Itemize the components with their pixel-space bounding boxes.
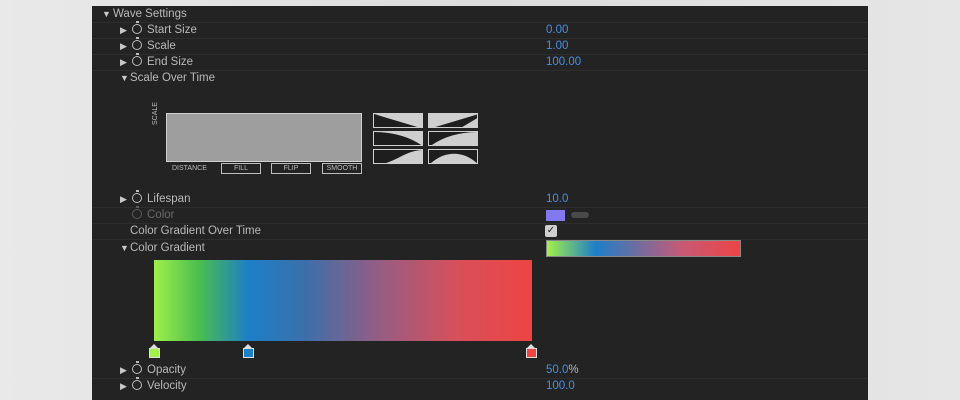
color-gradient-over-time-label: Color Gradient Over Time xyxy=(130,225,262,237)
scale-value[interactable]: 1.00 xyxy=(546,38,568,54)
stopwatch-icon xyxy=(132,206,142,219)
color-gradient-editor[interactable] xyxy=(154,260,532,341)
disclosure-closed-icon[interactable]: ▶ xyxy=(120,378,127,394)
color-row: Color xyxy=(92,206,868,224)
wave-settings-label: Wave Settings xyxy=(113,8,187,20)
stopwatch-icon[interactable] xyxy=(132,53,142,66)
end-size-label: End Size xyxy=(147,56,194,68)
disclosure-closed-icon[interactable]: ▶ xyxy=(120,22,127,38)
effect-controls-panel: ▼ Wave Settings ▶ Start Size 0.00 ▶ Scal… xyxy=(92,6,868,400)
graph-y-axis-label: SCALE xyxy=(152,102,159,125)
opacity-value[interactable]: 50.0 xyxy=(546,364,568,376)
gradient-stop-green[interactable] xyxy=(149,344,160,358)
stopwatch-icon[interactable] xyxy=(132,190,142,203)
disclosure-closed-icon[interactable]: ▶ xyxy=(120,191,127,207)
disclosure-closed-icon[interactable]: ▶ xyxy=(120,362,127,378)
stopwatch-icon[interactable] xyxy=(132,377,142,390)
start-size-row: ▶ Start Size 0.00 xyxy=(92,21,868,39)
gradient-stop-red[interactable] xyxy=(526,344,537,358)
stopwatch-icon[interactable] xyxy=(132,37,142,50)
color-gradient-over-time-row: Color Gradient Over Time xyxy=(92,223,868,240)
preset-ease-out-icon[interactable] xyxy=(373,131,423,146)
scale-label: Scale xyxy=(147,40,176,52)
opacity-row: ▶ Opacity 50.0% xyxy=(92,361,868,379)
disclosure-open-icon[interactable]: ▼ xyxy=(120,70,129,86)
gradient-stop-blue[interactable] xyxy=(243,344,254,358)
disclosure-open-icon[interactable]: ▼ xyxy=(120,240,129,256)
wave-settings-row[interactable]: ▼ Wave Settings xyxy=(92,6,868,23)
color-gradient-label: Color Gradient xyxy=(130,242,205,254)
preset-bell-icon[interactable] xyxy=(428,149,478,164)
opacity-unit: % xyxy=(568,364,579,376)
preset-ease-in-icon[interactable] xyxy=(428,131,478,146)
disclosure-open-icon[interactable]: ▼ xyxy=(102,6,111,22)
disclosure-closed-icon[interactable]: ▶ xyxy=(120,38,127,54)
graph-x-axis-label: DISTANCE xyxy=(172,165,207,172)
scale-curve-graph[interactable] xyxy=(166,113,362,162)
start-size-label: Start Size xyxy=(147,24,197,36)
color-swatch[interactable] xyxy=(546,210,565,221)
scale-row: ▶ Scale 1.00 xyxy=(92,37,868,55)
end-size-row: ▶ End Size 100.00 xyxy=(92,53,868,71)
stopwatch-icon[interactable] xyxy=(132,361,142,374)
scale-over-time-row[interactable]: ▼ Scale Over Time xyxy=(92,70,868,86)
preset-ramp-down-icon[interactable] xyxy=(373,113,423,128)
lifespan-row: ▶ Lifespan 10.0 xyxy=(92,190,868,208)
lifespan-value[interactable]: 10.0 xyxy=(546,191,568,207)
disclosure-closed-icon[interactable]: ▶ xyxy=(120,54,127,70)
eyedropper-icon[interactable] xyxy=(571,212,589,218)
velocity-row: ▶ Velocity 100.0 xyxy=(92,377,868,394)
opacity-value-group: 50.0% xyxy=(546,362,579,378)
fill-button[interactable]: FILL xyxy=(221,163,261,174)
velocity-label: Velocity xyxy=(147,380,187,392)
preset-s-curve-up-icon[interactable] xyxy=(373,149,423,164)
end-size-value[interactable]: 100.00 xyxy=(546,54,581,70)
color-gradient-row[interactable]: ▼ Color Gradient xyxy=(92,240,868,256)
opacity-label: Opacity xyxy=(147,364,186,376)
stopwatch-icon[interactable] xyxy=(132,21,142,34)
smooth-button[interactable]: SMOOTH xyxy=(322,163,362,174)
color-gradient-preview[interactable] xyxy=(546,240,741,257)
color-gradient-over-time-checkbox[interactable]: ✓ xyxy=(545,225,557,237)
scale-over-time-label: Scale Over Time xyxy=(130,72,215,84)
velocity-value[interactable]: 100.0 xyxy=(546,378,575,394)
lifespan-label: Lifespan xyxy=(147,193,191,205)
color-label: Color xyxy=(147,209,175,221)
preset-ramp-up-icon[interactable] xyxy=(428,113,478,128)
flip-button[interactable]: FLIP xyxy=(271,163,311,174)
start-size-value[interactable]: 0.00 xyxy=(546,22,568,38)
